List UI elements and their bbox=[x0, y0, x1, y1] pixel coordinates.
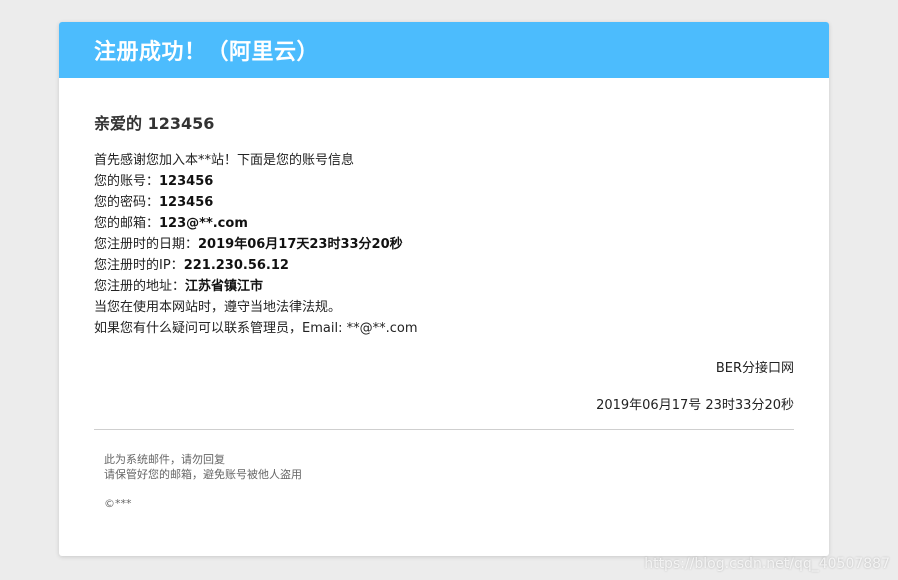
register-ip-row: 您注册时的IP：221.230.56.12 bbox=[94, 255, 794, 276]
email-label: 您的邮箱： bbox=[94, 216, 160, 231]
watermark: https://blog.csdn.net/qq_40507887 bbox=[644, 556, 890, 572]
register-ip-label: 您注册时的IP： bbox=[94, 258, 184, 273]
greeting-prefix: 亲爱的 bbox=[94, 114, 143, 133]
footer-copyright: ©*** bbox=[104, 497, 132, 510]
register-date-row: 您注册时的日期：2019年06月17天23时33分20秒 bbox=[94, 234, 794, 255]
password-row: 您的密码：123456 bbox=[94, 192, 794, 213]
contact-text: 如果您有什么疑问可以联系管理员，Email: **@**.com bbox=[94, 321, 418, 336]
register-ip-value: 221.230.56.12 bbox=[183, 258, 289, 273]
register-address-row: 您注册的地址：江苏省镇江市 bbox=[94, 276, 794, 297]
register-address-value: 江苏省镇江市 bbox=[185, 279, 264, 294]
email-footer: 此为系统邮件，请勿回复 请保管好您的邮箱，避免账号被他人盗用 ©*** bbox=[94, 430, 794, 511]
signature-date: 2019年06月17号 23时33分20秒 bbox=[596, 398, 794, 413]
email-value: 123@**.com bbox=[159, 216, 248, 231]
password-label: 您的密码： bbox=[94, 195, 160, 210]
email-row: 您的邮箱：123@**.com bbox=[94, 213, 794, 234]
account-label: 您的账号： bbox=[94, 174, 160, 189]
greeting: 亲爱的 123456 bbox=[94, 110, 794, 134]
email-body: 亲爱的 123456 首先感谢您加入本**站！下面是您的账号信息 您的账号：12… bbox=[59, 78, 829, 511]
footer-no-reply: 此为系统邮件，请勿回复 bbox=[104, 453, 225, 466]
email-title: 注册成功！（阿里云） bbox=[94, 40, 320, 65]
account-value: 123456 bbox=[159, 174, 214, 189]
email-card: 注册成功！（阿里云） 亲爱的 123456 首先感谢您加入本**站！下面是您的账… bbox=[59, 22, 829, 556]
register-date-label: 您注册时的日期： bbox=[94, 237, 199, 252]
email-header: 注册成功！（阿里云） bbox=[59, 22, 829, 78]
register-address-label: 您注册的地址： bbox=[94, 279, 186, 294]
register-date-value: 2019年06月17天23时33分20秒 bbox=[198, 237, 403, 252]
greeting-username: 123456 bbox=[147, 114, 215, 133]
password-value: 123456 bbox=[159, 195, 214, 210]
notice-text: 当您在使用本网站时，遵守当地法律法规。 bbox=[94, 300, 342, 315]
account-row: 您的账号：123456 bbox=[94, 171, 794, 192]
signature-site: BER分接口网 bbox=[715, 361, 794, 376]
intro-text: 首先感谢您加入本**站！下面是您的账号信息 bbox=[94, 153, 355, 168]
footer-security-tip: 请保管好您的邮箱，避免账号被他人盗用 bbox=[104, 468, 302, 481]
